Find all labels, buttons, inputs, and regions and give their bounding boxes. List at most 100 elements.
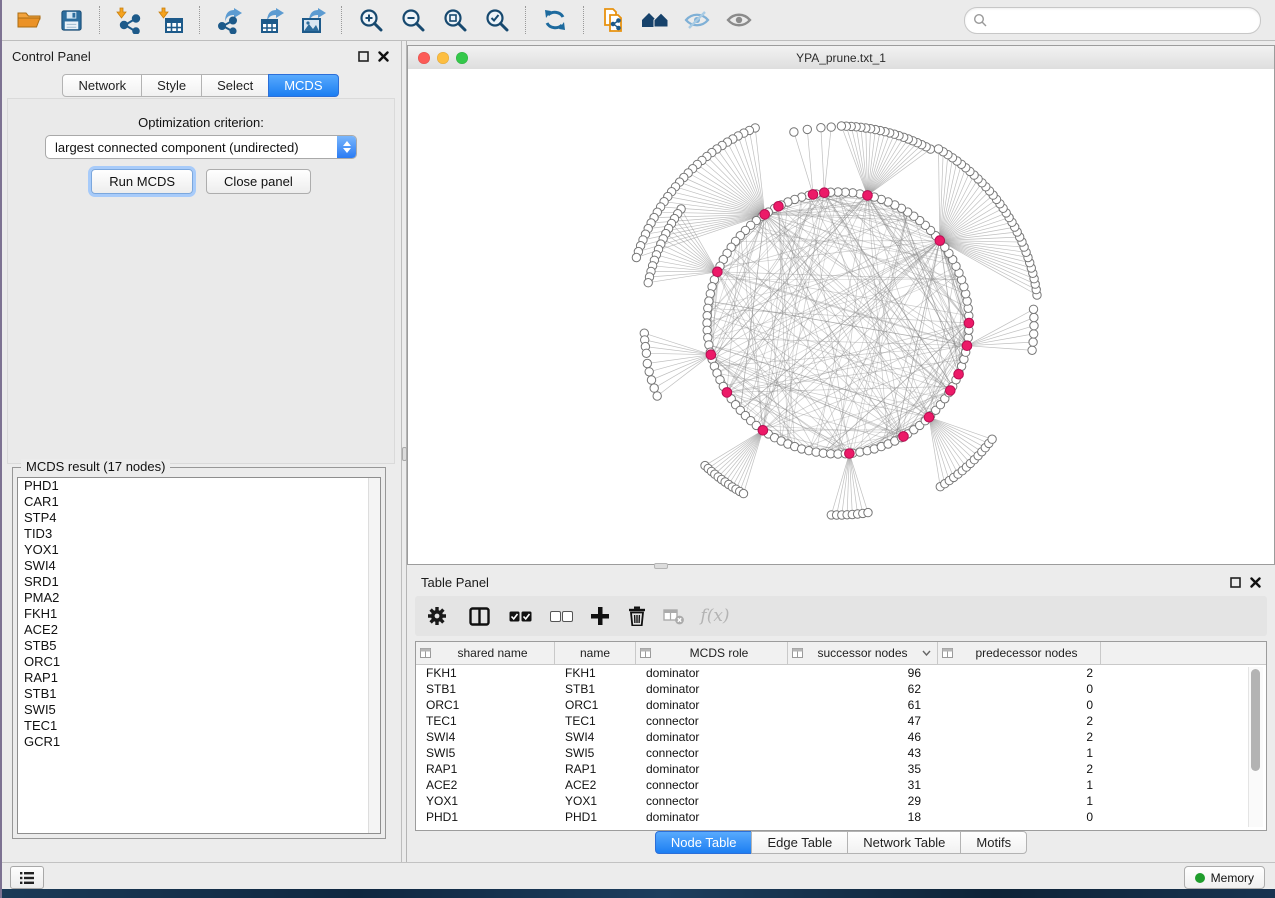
network-window-titlebar[interactable]: YPA_prune.txt_1 — [408, 46, 1274, 70]
mcds-result-item[interactable]: STP4 — [18, 510, 380, 526]
table-cell: 2 — [938, 761, 1101, 777]
column-header-successor-nodes[interactable]: successor nodes — [788, 642, 938, 664]
table-row[interactable]: ORC1ORC1dominator610 — [416, 697, 1266, 713]
mcds-result-item[interactable]: PHD1 — [18, 478, 380, 494]
mcds-result-item[interactable]: ACE2 — [18, 622, 380, 638]
mcds-result-item[interactable]: RAP1 — [18, 670, 380, 686]
column-header-predecessor-nodes[interactable]: predecessor nodes — [938, 642, 1101, 664]
table-row[interactable]: TEC1TEC1connector472 — [416, 713, 1266, 729]
export-table-button[interactable] — [250, 3, 292, 37]
table-row[interactable]: STB1STB1dominator620 — [416, 681, 1266, 697]
mcds-result-item[interactable]: ORC1 — [18, 654, 380, 670]
zoom-selected-button[interactable] — [476, 3, 518, 37]
table-scrollbar[interactable] — [1248, 667, 1263, 827]
show-panel-menu-button[interactable] — [10, 866, 44, 889]
hide-selected-button[interactable] — [676, 3, 718, 37]
delete-table-button[interactable] — [655, 601, 693, 631]
optimization-criterion-label: Optimization criterion: — [8, 115, 394, 130]
mcds-result-item[interactable]: CAR1 — [18, 494, 380, 510]
table-cell: ACE2 — [555, 777, 636, 793]
table-cell: STB1 — [555, 681, 636, 697]
table-row[interactable]: YOX1YOX1connector291 — [416, 793, 1266, 809]
criterion-dropdown[interactable]: largest connected component (undirected) — [45, 135, 357, 159]
search-input[interactable] — [988, 9, 1260, 31]
table-column-icon — [792, 648, 803, 658]
select-all-rows-button[interactable] — [499, 601, 541, 631]
table-cell: 62 — [788, 681, 938, 697]
mcds-result-title: MCDS result (17 nodes) — [21, 459, 170, 474]
close-panel-icon[interactable] — [1250, 577, 1261, 588]
column-header-mcds-role[interactable]: MCDS role — [636, 642, 788, 664]
first-neighbors-button[interactable] — [634, 3, 676, 37]
tab-network[interactable]: Network — [62, 74, 142, 97]
refresh-button[interactable] — [534, 3, 576, 37]
tab-node-table[interactable]: Node Table — [655, 831, 753, 854]
tab-motifs[interactable]: Motifs — [960, 831, 1027, 854]
close-panel-icon[interactable] — [378, 51, 389, 62]
plus-icon — [591, 607, 609, 625]
table-row[interactable]: RAP1RAP1dominator352 — [416, 761, 1266, 777]
table-row[interactable]: SWI5SWI5connector431 — [416, 745, 1266, 761]
mcds-result-item[interactable]: SRD1 — [18, 574, 380, 590]
export-image-button[interactable] — [292, 3, 334, 37]
column-header-shared-name[interactable]: shared name — [416, 642, 555, 664]
show-all-button[interactable] — [718, 3, 760, 37]
table-row[interactable]: FKH1FKH1dominator962 — [416, 665, 1266, 681]
mcds-result-item[interactable]: YOX1 — [18, 542, 380, 558]
table-row[interactable]: ACE2ACE2connector311 — [416, 777, 1266, 793]
network-graph[interactable] — [408, 69, 1274, 564]
mcds-result-item[interactable]: SWI4 — [18, 558, 380, 574]
export-network-icon — [216, 7, 243, 34]
desktop-wallpaper — [0, 889, 1275, 898]
memory-button[interactable]: Memory — [1184, 866, 1265, 889]
zoom-out-button[interactable] — [392, 3, 434, 37]
chevron-down-icon[interactable] — [922, 650, 931, 656]
import-network-button[interactable] — [108, 3, 150, 37]
float-panel-icon[interactable] — [358, 51, 369, 62]
mcds-result-item[interactable]: TID3 — [18, 526, 380, 542]
table-row[interactable]: SWI4SWI4dominator462 — [416, 729, 1266, 745]
zoom-in-button[interactable] — [350, 3, 392, 37]
mcds-result-list[interactable]: PHD1CAR1STP4TID3YOX1SWI4SRD1PMA2FKH1ACE2… — [17, 477, 381, 834]
close-panel-button[interactable]: Close panel — [206, 169, 311, 194]
run-mcds-button[interactable]: Run MCDS — [91, 169, 193, 194]
mcds-result-item[interactable]: TEC1 — [18, 718, 380, 734]
mcds-result-item[interactable]: FKH1 — [18, 606, 380, 622]
tab-mcds[interactable]: MCDS — [268, 74, 338, 97]
mcds-result-item[interactable]: PMA2 — [18, 590, 380, 606]
zoom-fit-button[interactable] — [434, 3, 476, 37]
clone-network-button[interactable] — [592, 3, 634, 37]
mcds-result-item[interactable]: GCR1 — [18, 734, 380, 750]
mcds-result-item[interactable]: SWI5 — [18, 702, 380, 718]
delete-column-button[interactable] — [619, 601, 655, 631]
column-header-name[interactable]: name — [555, 642, 636, 664]
export-network-button[interactable] — [208, 3, 250, 37]
tab-select[interactable]: Select — [201, 74, 269, 97]
network-canvas[interactable] — [408, 69, 1274, 564]
table-cell: ORC1 — [416, 697, 555, 713]
tab-network-table[interactable]: Network Table — [847, 831, 961, 854]
mcds-list-scrollbar[interactable] — [368, 478, 380, 833]
save-session-button[interactable] — [50, 3, 92, 37]
toolbar-separator — [199, 6, 201, 34]
table-cell: dominator — [636, 665, 788, 681]
mcds-result-item[interactable]: STB5 — [18, 638, 380, 654]
tab-style[interactable]: Style — [141, 74, 202, 97]
table-column-icon — [420, 648, 431, 658]
delete-table-icon — [663, 607, 685, 625]
function-builder-button[interactable]: f(x) — [693, 601, 737, 631]
open-session-button[interactable] — [8, 3, 50, 37]
create-column-button[interactable] — [581, 601, 619, 631]
mcds-result-item[interactable]: STB1 — [18, 686, 380, 702]
cytoscape-window: Control Panel Network Style Select MCDS … — [0, 0, 1275, 898]
tab-edge-table[interactable]: Edge Table — [751, 831, 848, 854]
table-column-icon — [942, 648, 953, 658]
float-panel-icon[interactable] — [1230, 577, 1241, 588]
table-row[interactable]: PHD1PHD1dominator180 — [416, 809, 1266, 825]
deselect-all-rows-button[interactable] — [541, 601, 581, 631]
show-column-button[interactable] — [459, 601, 499, 631]
search-field[interactable] — [964, 7, 1261, 34]
table-settings-button[interactable] — [415, 601, 459, 631]
import-table-button[interactable] — [150, 3, 192, 37]
table-scrollbar-thumb[interactable] — [1251, 669, 1260, 771]
